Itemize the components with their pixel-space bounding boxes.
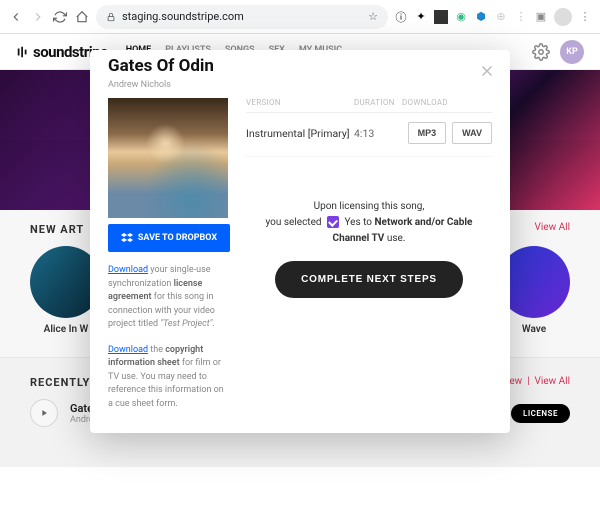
- version-duration: 4:13: [354, 127, 402, 140]
- album-art: [108, 98, 228, 218]
- modal-title: Gates Of Odin: [108, 58, 214, 76]
- address-bar[interactable]: staging.soundstripe.com ☆: [96, 5, 388, 29]
- col-duration: DURATION: [354, 98, 402, 107]
- version-name: Instrumental [Primary]: [246, 127, 354, 140]
- browser-toolbar: staging.soundstripe.com ☆ ⓘ ✦ ◉ ⬢ ⊕ ⋮ ▣ …: [0, 0, 600, 34]
- ext-icon[interactable]: ◉: [454, 10, 468, 24]
- back-icon[interactable]: [8, 9, 24, 25]
- licensing-summary: Upon licensing this song, you selected Y…: [246, 199, 492, 247]
- modal-right-panel: VERSION DURATION DOWNLOAD Instrumental […: [246, 64, 492, 411]
- download-link[interactable]: Download: [108, 345, 148, 355]
- mp3-button[interactable]: MP3: [408, 122, 447, 144]
- section-title: NEW ART: [30, 223, 84, 236]
- version-columns: VERSION DURATION DOWNLOAD: [246, 98, 492, 113]
- home-icon[interactable]: [74, 9, 90, 25]
- ext-icon[interactable]: ⊕: [494, 10, 508, 24]
- extensions: ⓘ ✦ ◉ ⬢ ⊕ ⋮ ▣ ⋮: [394, 8, 592, 26]
- profile-icon[interactable]: [554, 8, 572, 26]
- view-all-link[interactable]: View All: [535, 222, 570, 233]
- complete-next-steps-button[interactable]: COMPLETE NEXT STEPS: [275, 261, 463, 298]
- forward-icon[interactable]: [30, 9, 46, 25]
- modal-left-panel: SAVE TO DROPBOX Download your single-use…: [108, 64, 230, 411]
- ext-icon[interactable]: ✦: [414, 10, 428, 24]
- url-text: staging.soundstripe.com: [122, 10, 244, 23]
- ext-icon[interactable]: ⬢: [474, 10, 488, 24]
- ext-icon[interactable]: ⓘ: [394, 10, 408, 24]
- check-icon: [327, 216, 339, 228]
- ext-icon[interactable]: ⋮: [514, 10, 528, 24]
- close-button[interactable]: [478, 62, 496, 80]
- ext-icon[interactable]: [434, 10, 448, 24]
- dropbox-label: SAVE TO DROPBOX: [138, 233, 217, 243]
- save-dropbox-button[interactable]: SAVE TO DROPBOX: [108, 224, 230, 252]
- col-download: DOWNLOAD: [402, 98, 492, 107]
- reload-icon[interactable]: [52, 9, 68, 25]
- gear-icon[interactable]: [532, 43, 550, 61]
- license-agreement-text: Download your single-use synchronization…: [108, 264, 230, 332]
- view-all-link[interactable]: View All: [535, 376, 570, 387]
- wav-button[interactable]: WAV: [452, 122, 492, 144]
- copyright-sheet-text: Download the copyright information sheet…: [108, 344, 230, 412]
- star-icon[interactable]: ☆: [368, 10, 378, 23]
- lock-icon: [106, 12, 116, 22]
- menu-icon[interactable]: ⋮: [578, 10, 592, 24]
- version-row: Instrumental [Primary] 4:13 MP3 WAV: [246, 113, 492, 157]
- cast-icon[interactable]: ▣: [534, 10, 548, 24]
- col-version: VERSION: [246, 98, 354, 107]
- avatar[interactable]: KP: [560, 40, 584, 64]
- play-button[interactable]: [30, 399, 58, 427]
- dropbox-icon: [121, 232, 133, 244]
- modal-artist: Andrew Nichols: [108, 80, 171, 90]
- license-button[interactable]: LICENSE: [511, 404, 570, 423]
- download-link[interactable]: Download: [108, 265, 148, 275]
- licensing-modal: Gates Of Odin Andrew Nichols SAVE TO DRO…: [90, 50, 510, 433]
